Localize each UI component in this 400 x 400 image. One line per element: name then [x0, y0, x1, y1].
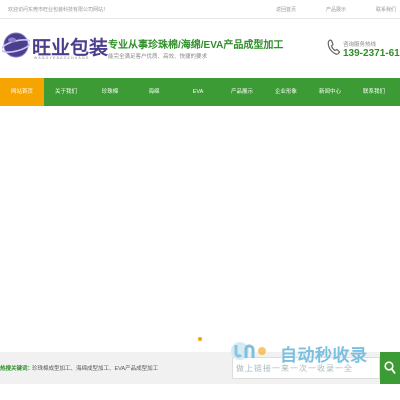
search-icon — [384, 361, 396, 375]
footer-strip — [0, 384, 400, 400]
top-link-contact[interactable]: 联系我们 — [376, 6, 396, 13]
nav-item-home[interactable]: 网站首页 — [0, 78, 44, 106]
nav-item-eva[interactable]: EVA — [176, 78, 220, 106]
slogan: 专业从事珍珠棉/海绵/EVA产品成型加工 — [108, 40, 284, 51]
nav-item-about[interactable]: 关于我们 — [44, 78, 88, 106]
top-link-home[interactable]: 返回首页 — [276, 6, 296, 13]
nav-item-image[interactable]: 企业形象 — [264, 78, 308, 106]
logo-globe-icon[interactable] — [2, 31, 30, 59]
banner-area — [0, 106, 400, 352]
banner-pager-dot[interactable] — [198, 337, 202, 341]
main-nav: 网站首页 关于我们 珍珠棉 海绵 EVA 产品展示 企业形象 新闻中心 联系我们 — [0, 78, 400, 106]
logo-subtext: WANGYEBAOZHUANG — [34, 56, 90, 60]
nav-item-news[interactable]: 新闻中心 — [308, 78, 352, 106]
welcome-text: 欢迎访问东莞市旺业包装科技有限公司网站！ — [8, 7, 109, 13]
hot-keywords[interactable]: 珍珠棉成型加工、海绵成型加工、EVA产品成型加工 — [32, 364, 158, 372]
phone-number[interactable]: 139-2371-615 — [343, 48, 400, 59]
watermark-subtitle: 做上链接一来一次一收录一全 — [236, 364, 353, 373]
top-link-products[interactable]: 产品展示 — [326, 6, 346, 13]
top-bar: 欢迎访问东莞市旺业包装科技有限公司网站！ 返回首页 产品展示 联系我们 — [0, 0, 400, 19]
phone-icon — [327, 39, 341, 55]
slogan-subtext: 能完全满足客户优质、高效、快捷的要求 — [108, 54, 208, 60]
nav-item-products[interactable]: 产品展示 — [220, 78, 264, 106]
top-links: 返回首页 产品展示 联系我们 — [246, 6, 396, 13]
search-button[interactable] — [380, 352, 400, 384]
nav-item-pearl-cotton[interactable]: 珍珠棉 — [88, 78, 132, 106]
watermark-logo-icon — [231, 342, 266, 360]
nav-item-contact[interactable]: 联系我们 — [352, 78, 396, 106]
nav-item-sponge[interactable]: 海绵 — [132, 78, 176, 106]
hot-keywords-label: 热搜关键词： — [0, 366, 34, 372]
phone-label: 咨询服务热线 — [343, 42, 377, 48]
